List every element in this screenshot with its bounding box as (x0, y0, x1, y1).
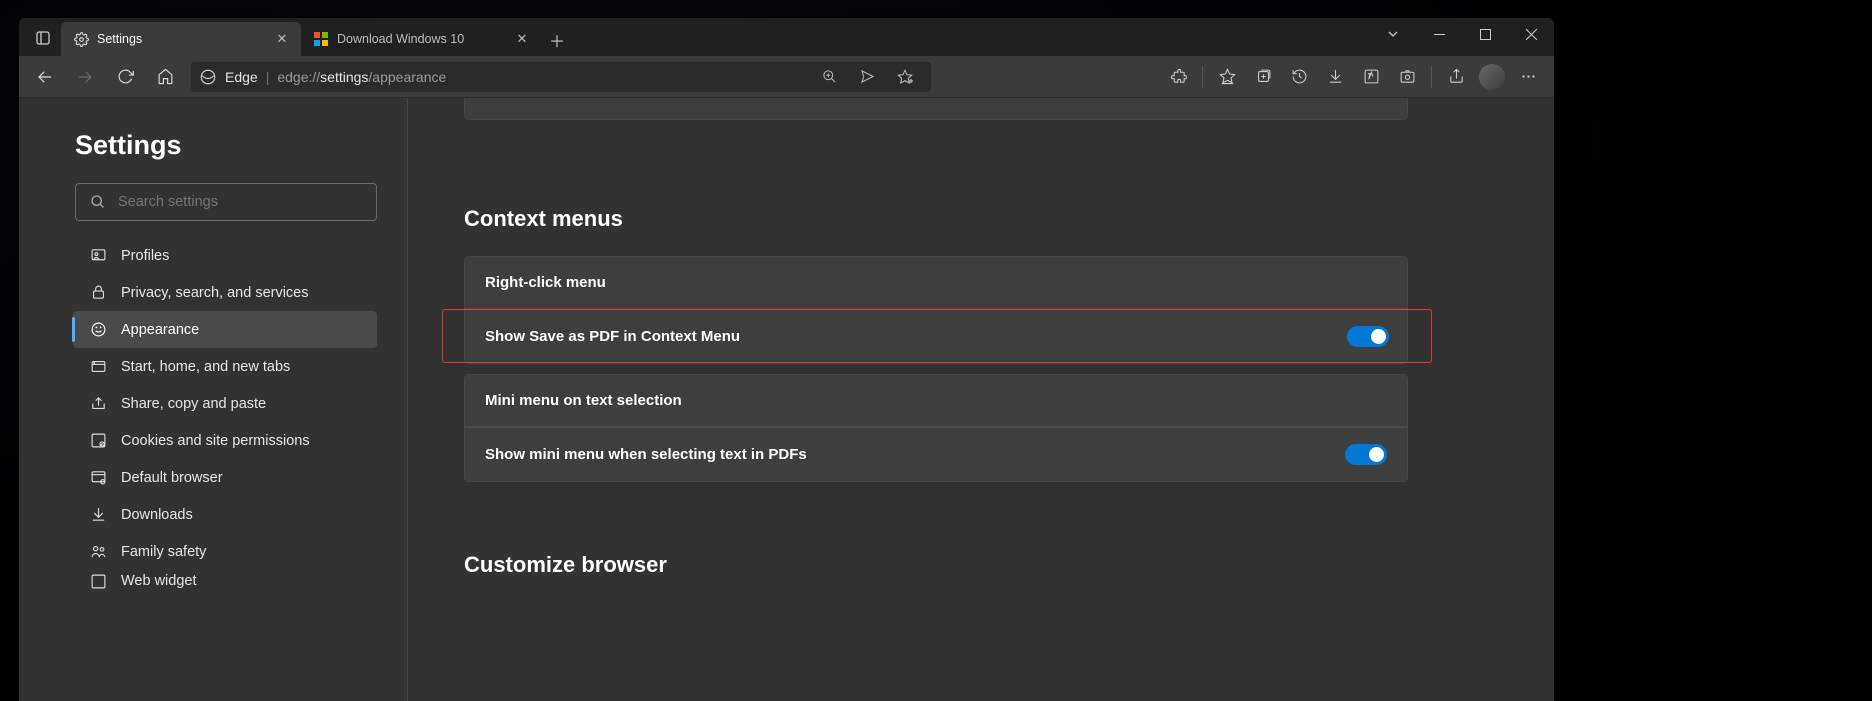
previous-card-bottom (464, 98, 1408, 120)
home-button[interactable] (147, 60, 183, 94)
card-mini-menu: Mini menu on text selection Show mini me… (464, 374, 1408, 482)
section-context-menus: Context menus (464, 206, 1514, 232)
nav-appearance[interactable]: Appearance (73, 311, 377, 348)
site-identity-label: Edge (225, 69, 258, 85)
settings-nav: Profiles Privacy, search, and services A… (75, 237, 387, 592)
close-tab-button[interactable]: ✕ (513, 30, 531, 48)
row-label: Show mini menu when selecting text in PD… (485, 446, 807, 463)
row-label: Show Save as PDF in Context Menu (485, 328, 740, 345)
collections-button[interactable] (1245, 60, 1281, 94)
section-customize-browser: Customize browser (464, 552, 1514, 578)
search-input[interactable] (118, 194, 362, 210)
appearance-icon (89, 321, 107, 339)
separator (1202, 66, 1203, 88)
settings-sidebar: Settings Profiles Privacy, search, and s… (19, 98, 408, 701)
close-window-button[interactable] (1508, 18, 1554, 50)
widget-icon (89, 572, 107, 590)
back-button[interactable] (27, 60, 63, 94)
settings-main[interactable]: Context menus Right-click menu Show Save… (408, 98, 1554, 701)
nav-cookies[interactable]: Cookies and site permissions (73, 422, 377, 459)
nav-privacy[interactable]: Privacy, search, and services (73, 274, 377, 311)
search-icon (90, 194, 106, 210)
tab-actions-button[interactable] (25, 20, 61, 56)
nav-share[interactable]: Share, copy and paste (73, 385, 377, 422)
content-area: Settings Profiles Privacy, search, and s… (19, 98, 1554, 701)
nav-family[interactable]: Family safety (73, 533, 377, 570)
tabs-icon (89, 358, 107, 376)
tab-label: Download Windows 10 (337, 32, 464, 46)
forward-button[interactable] (67, 60, 103, 94)
nav-start[interactable]: Start, home, and new tabs (73, 348, 377, 385)
toggle-mini-menu-pdfs[interactable] (1345, 444, 1387, 465)
nav-downloads[interactable]: Downloads (73, 496, 377, 533)
minimize-button[interactable] (1416, 18, 1462, 50)
tab-overflow-button[interactable] (1370, 18, 1416, 50)
page-title: Settings (75, 130, 387, 161)
tab-strip: Settings ✕ Download Windows 10 ✕ ＋ (19, 18, 1554, 56)
tab-settings[interactable]: Settings ✕ (61, 22, 301, 56)
screenshot-button[interactable] (1389, 60, 1425, 94)
profile-button[interactable] (1474, 60, 1510, 94)
family-icon (89, 543, 107, 561)
nav-default-browser[interactable]: Default browser (73, 459, 377, 496)
nav-web-widget[interactable]: Web widget (73, 570, 377, 592)
browser-window: Settings ✕ Download Windows 10 ✕ ＋ (19, 18, 1554, 701)
tab-label: Settings (97, 32, 142, 46)
edge-icon (199, 68, 217, 86)
nav-profiles[interactable]: Profiles (73, 237, 377, 274)
download-icon (89, 506, 107, 524)
share-button[interactable] (1438, 60, 1474, 94)
zoom-button[interactable] (811, 60, 847, 94)
toggle-save-as-pdf[interactable] (1347, 326, 1389, 347)
lock-icon (89, 284, 107, 302)
address-bar[interactable]: Edge | edge://settings/appearance (191, 62, 931, 92)
url-text: edge://settings/appearance (277, 69, 446, 85)
share-icon (89, 395, 107, 413)
separator (1431, 66, 1432, 88)
avatar (1479, 64, 1505, 90)
send-button[interactable] (849, 60, 885, 94)
maximize-button[interactable] (1462, 18, 1508, 50)
row-save-as-pdf[interactable]: Show Save as PDF in Context Menu (442, 309, 1432, 363)
card-header: Right-click menu (465, 257, 1407, 309)
toolbar: Edge | edge://settings/appearance (19, 56, 1554, 98)
gear-icon (73, 31, 89, 47)
cookies-icon (89, 432, 107, 450)
window-controls (1370, 18, 1554, 56)
math-button[interactable] (1353, 60, 1389, 94)
tab-download-windows[interactable]: Download Windows 10 ✕ (301, 22, 541, 56)
divider: | (266, 69, 270, 85)
browser-icon (89, 469, 107, 487)
card-right-click-menu: Right-click menu Show Save as PDF in Con… (464, 256, 1408, 364)
favorite-button[interactable] (887, 60, 923, 94)
refresh-button[interactable] (107, 60, 143, 94)
new-tab-button[interactable]: ＋ (541, 24, 573, 56)
close-tab-button[interactable]: ✕ (273, 30, 291, 48)
downloads-button[interactable] (1317, 60, 1353, 94)
extensions-button[interactable] (1160, 60, 1196, 94)
row-mini-menu-pdfs[interactable]: Show mini menu when selecting text in PD… (465, 427, 1407, 481)
history-button[interactable] (1281, 60, 1317, 94)
menu-button[interactable] (1510, 60, 1546, 94)
profile-icon (89, 247, 107, 265)
windows-icon (313, 31, 329, 47)
search-settings[interactable] (75, 183, 377, 221)
card-header: Mini menu on text selection (465, 375, 1407, 427)
favorites-button[interactable] (1209, 60, 1245, 94)
